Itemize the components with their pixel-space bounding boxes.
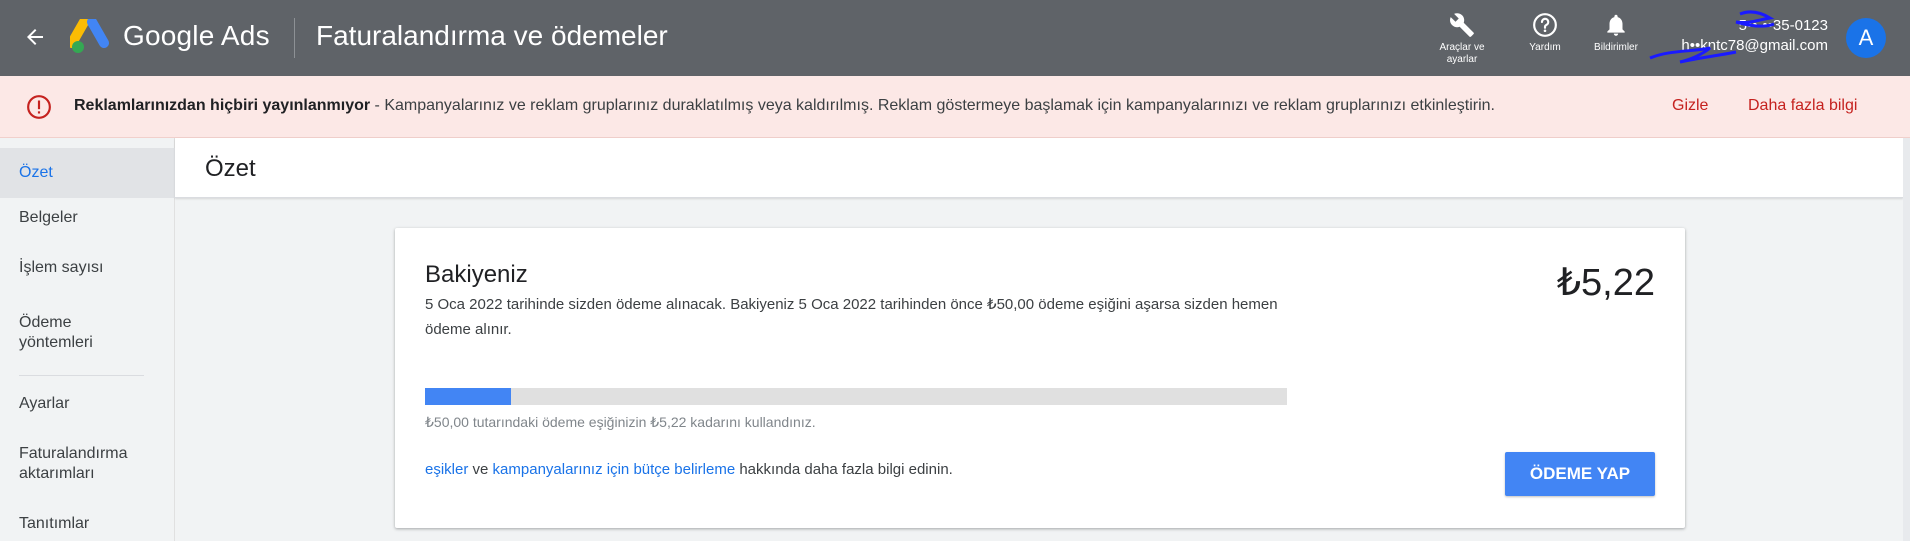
alert-title: Reklamlarınızdan hiçbiri yayınlanmıyor [74,97,371,114]
header-divider [294,18,295,58]
brand-name: Google Ads [123,20,270,51]
google-ads-logo[interactable] [67,17,110,55]
alert-hide-button[interactable]: Gizle [1672,97,1708,115]
error-icon [27,95,51,119]
section-title: Özet [205,155,256,182]
sidebar-item-settings[interactable]: Ayarlar [0,394,175,414]
sidebar-item-transactions[interactable]: İşlem sayısı [0,258,175,278]
notifications-button[interactable]: Bildirimler [1586,12,1646,54]
thresholds-link[interactable]: eşikler [425,461,468,478]
balance-title: Bakiyeniz [425,261,528,288]
help-links-line: eşikler ve kampanyalarınız için bütçe be… [425,461,953,478]
alert-more-info-link[interactable]: Daha fazla bilgi [1748,97,1857,115]
wrench-icon [1450,13,1474,37]
back-arrow-icon[interactable] [18,20,52,54]
notifications-label: Bildirimler [1594,42,1638,53]
top-bar: Google Ads Faturalandırma ve ödemeler Ar… [0,0,1910,76]
budget-link[interactable]: kampanyalarınız için bütçe belirleme [493,461,736,478]
alert-message: Reklamlarınızdan hiçbiri yayınlanmıyor -… [74,97,1495,115]
balance-card: Bakiyeniz 5 Oca 2022 tarihinde sizden öd… [395,228,1685,528]
help-button[interactable]: Yardım [1520,12,1570,54]
avatar[interactable]: A [1846,18,1886,58]
sidebar: Özet Belgeler İşlem sayısı Ödeme yönteml… [0,138,175,541]
balance-description: 5 Oca 2022 tarihinde sizden ödeme alınac… [425,296,1278,338]
alert-body: - Kampanyalarınız ve reklam gruplarınız … [370,97,1495,114]
tools-label: Araçlar ve ayarlar [1439,42,1485,65]
tools-settings-button[interactable]: Araçlar ve ayarlar [1432,12,1492,66]
threshold-note: ₺50,00 tutarındaki ödeme eşiğinizin ₺5,2… [425,414,816,430]
redaction-scribble [1649,10,1775,64]
threshold-progress-bar [425,388,1287,405]
bell-icon [1607,14,1625,36]
page-title: Faturalandırma ve ödemeler [316,20,668,51]
links-suffix: hakkında daha fazla bilgi edinin. [735,461,953,478]
make-payment-button[interactable]: ÖDEME YAP [1505,452,1655,496]
sidebar-item-summary[interactable]: Özet [0,148,175,198]
sidebar-item-documents[interactable]: Belgeler [0,208,175,228]
sidebar-item-payment-methods[interactable]: Ödeme yöntemleri [0,313,130,353]
sidebar-divider [19,375,144,376]
sidebar-item-billing-transfers[interactable]: Faturalandırma aktarımları [0,444,150,484]
threshold-progress-fill [425,388,512,405]
alert-banner: Reklamlarınızdan hiçbiri yayınlanmıyor -… [0,76,1910,138]
help-label: Yardım [1529,42,1561,53]
help-icon [1533,13,1557,37]
main-header: Özet [175,138,1903,198]
balance-amount: ₺5,22 [1556,262,1655,304]
sidebar-item-promotions[interactable]: Tanıtımlar [0,514,175,534]
scrollbar[interactable] [1903,138,1910,541]
links-conjunction: ve [468,461,493,478]
